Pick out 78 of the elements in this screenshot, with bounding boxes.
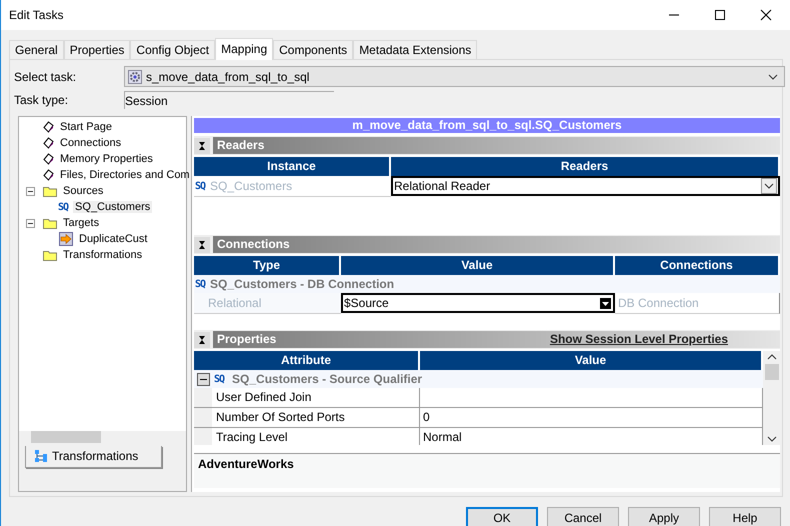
page-icon <box>43 121 54 133</box>
table-cell: Tracing Level <box>216 430 288 444</box>
task-dropdown[interactable]: s_move_data_from_sql_to_sql <box>124 66 785 87</box>
show-session-properties-link[interactable]: Show Session Level Properties <box>550 331 780 348</box>
scroll-thumb[interactable] <box>764 364 778 380</box>
maximize-icon[interactable] <box>714 9 726 21</box>
network-icon <box>34 449 48 463</box>
page-icon <box>43 137 54 149</box>
table-cell: DB Connection <box>618 296 699 310</box>
value-cell: 0 <box>420 408 763 428</box>
column-header: Value <box>341 256 615 275</box>
dialog-button[interactable]: Help <box>709 507 781 526</box>
tree-item[interactable]: SQ_Customers <box>73 201 152 213</box>
column-header: Instance <box>194 157 391 176</box>
dialog-button[interactable]: Cancel <box>547 507 619 526</box>
group-label: SQ_Customers - Source Qualifier <box>232 372 422 386</box>
table-cell: SQ_Customers <box>210 179 292 193</box>
tab[interactable]: General <box>9 40 64 59</box>
section-header: Properties <box>217 331 276 348</box>
tree-item[interactable]: Memory Properties <box>58 153 155 165</box>
collapse-icon[interactable] <box>194 236 210 252</box>
section-header: Connections <box>213 236 780 253</box>
tab[interactable]: Components <box>273 40 354 59</box>
collapse-icon[interactable] <box>194 138 210 154</box>
folder-icon <box>43 250 57 260</box>
tree-item[interactable]: Files, Directories and Com <box>58 169 192 181</box>
folder-icon <box>43 218 57 228</box>
chevron-down-icon <box>764 183 774 189</box>
source-icon: SQ <box>58 202 68 212</box>
dialog-button[interactable]: Apply <box>628 507 700 526</box>
field-label: Task type: <box>14 93 70 107</box>
table-cell: User Defined Join <box>216 390 312 404</box>
collapse-icon[interactable] <box>26 186 34 196</box>
table-cell: Number Of Sorted Ports <box>216 410 345 424</box>
target-icon <box>59 232 73 246</box>
tab[interactable]: Properties <box>64 40 130 59</box>
column-header: Type <box>194 256 341 275</box>
horizontal-scrollbar[interactable] <box>19 431 186 443</box>
group-label: SQ_Customers - DB Connection <box>210 277 394 291</box>
mapping-title: m_move_data_from_sql_to_sql.SQ_Customers <box>194 118 780 133</box>
dialog-button[interactable]: OK <box>466 507 538 526</box>
tab[interactable]: Metadata Extensions <box>353 40 478 59</box>
tree-item[interactable]: Sources <box>61 185 106 197</box>
table-cell: Relational <box>208 296 262 310</box>
gear-icon <box>128 70 142 84</box>
chevron-down-icon <box>768 74 778 80</box>
tree-item[interactable]: Transformations <box>61 249 144 261</box>
source-icon: SQ <box>214 374 224 384</box>
vertical-scrollbar[interactable] <box>763 351 780 445</box>
tree-item[interactable]: Connections <box>58 137 124 149</box>
task-type-field: Session <box>124 91 334 109</box>
page-icon <box>43 153 54 165</box>
tree-item[interactable]: DuplicateCust <box>77 233 150 245</box>
collapse-icon[interactable] <box>26 218 34 228</box>
tab[interactable]: Transformations <box>25 446 162 468</box>
section-header: Readers <box>213 137 780 154</box>
reader-dropdown[interactable]: Relational Reader <box>391 176 780 196</box>
scroll-up-icon[interactable] <box>766 354 776 360</box>
column-header: Connections <box>615 256 780 275</box>
column-header: Value <box>420 351 763 370</box>
column-header: Readers <box>391 157 780 176</box>
source-icon: SQ <box>195 180 206 192</box>
tree-item[interactable]: Targets <box>61 217 102 229</box>
folder-icon <box>43 186 57 196</box>
collapse-icon[interactable] <box>194 332 210 348</box>
window-title: Edit Tasks <box>8 8 64 22</box>
collapse-icon[interactable] <box>197 372 210 386</box>
source-icon: SQ <box>195 278 206 290</box>
column-header: Attribute <box>194 351 420 370</box>
close-icon[interactable] <box>760 9 772 21</box>
tab[interactable]: Mapping <box>215 38 274 60</box>
field-label: Select task: <box>14 70 78 84</box>
page-icon <box>43 169 54 181</box>
tab[interactable]: Config Object <box>130 40 216 59</box>
description-text: AdventureWorks <box>198 457 294 471</box>
scroll-down-icon[interactable] <box>766 436 776 442</box>
connection-dropdown[interactable]: $Source <box>341 293 615 313</box>
tree-item[interactable]: Start Page <box>58 121 114 133</box>
